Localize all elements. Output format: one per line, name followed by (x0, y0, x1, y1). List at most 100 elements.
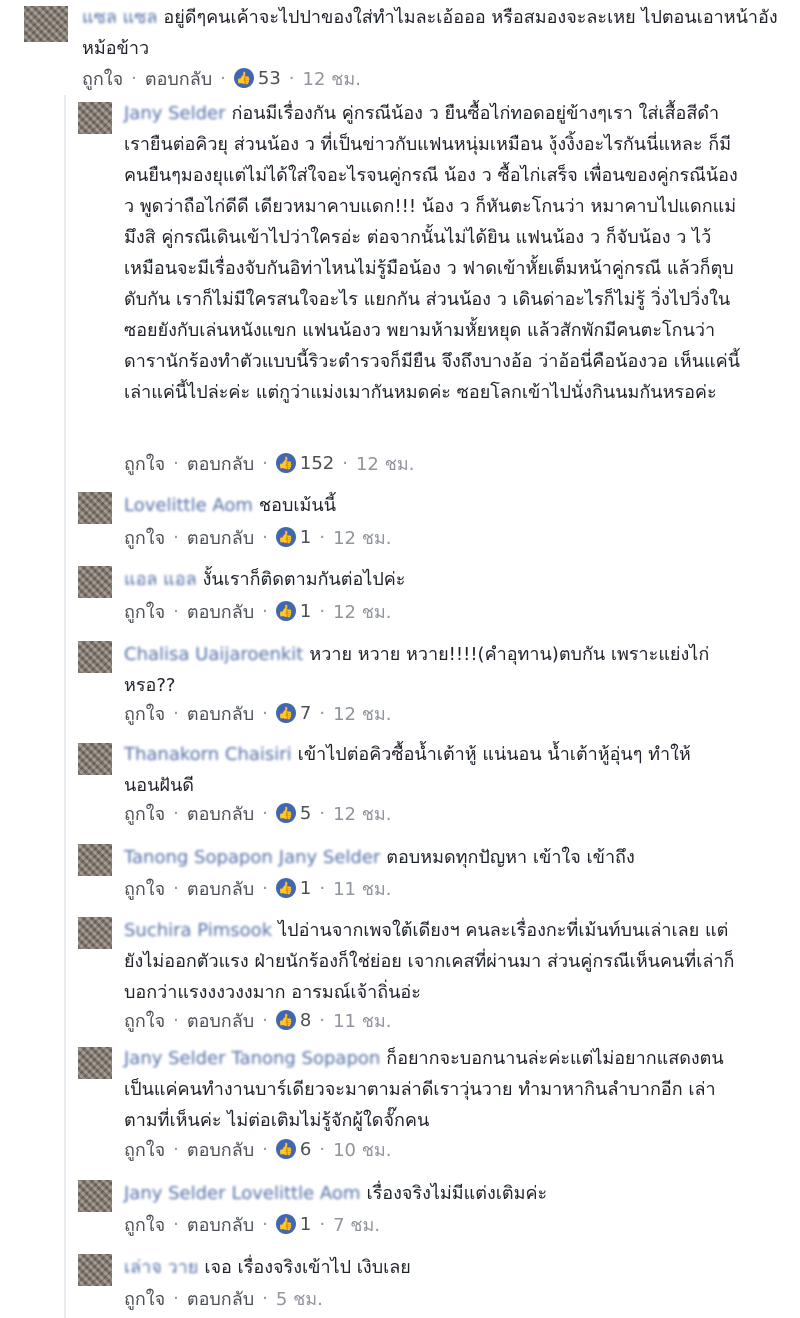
comment-actions: ถูกใจ · ตอบกลับ · 👍 53 · 12 ชม. (82, 64, 361, 92)
reply-button[interactable]: ตอบกลับ (145, 64, 212, 93)
separator-dot: · (262, 1138, 268, 1160)
reply-button[interactable]: ตอบกลับ (187, 1284, 254, 1313)
separator-dot: · (319, 1213, 326, 1235)
separator-dot: · (319, 702, 326, 724)
like-thumb-icon: 👍 (275, 878, 296, 898)
comment-text: อยู่ดีๆคนเค้าจะไปปาของใส่ทำไมละเอ้อออ หร… (82, 7, 778, 59)
like-thumb-icon: 👍 (275, 1010, 296, 1030)
reply-button[interactable]: ตอบกลับ (187, 449, 254, 478)
comment-author[interactable]: Jany Selder (124, 1183, 226, 1204)
reply-button[interactable]: ตอบกลับ (187, 699, 254, 728)
like-button[interactable]: ถูกใจ (124, 597, 165, 626)
timestamp[interactable]: 11 ชม. (333, 874, 391, 903)
avatar[interactable] (78, 102, 112, 134)
separator-dot: · (262, 1009, 268, 1031)
mention-tag[interactable]: Lovelittle Aom (232, 1183, 361, 1204)
reply-button[interactable]: ตอบกลับ (187, 597, 254, 626)
avatar[interactable] (78, 1254, 112, 1286)
separator-dot: · (262, 1213, 268, 1235)
reply-button[interactable]: ตอบกลับ (187, 1210, 254, 1239)
separator-dot: · (319, 526, 326, 548)
timestamp[interactable]: 12 ชม. (333, 699, 391, 728)
reply-button[interactable]: ตอบกลับ (187, 1135, 254, 1164)
avatar[interactable] (24, 6, 68, 42)
comment-author[interactable]: Thanakorn Chaisiri (124, 744, 292, 765)
comment-actions: ถูกใจ · ตอบกลับ · 👍 5 · 12 ชม. (124, 799, 392, 827)
timestamp[interactable]: 7 ชม. (333, 1210, 380, 1239)
comment-author[interactable]: Chalisa Uaijaroenkit (124, 644, 303, 665)
separator-dot: · (173, 600, 179, 622)
avatar[interactable] (78, 844, 112, 876)
like-thumb-icon: 👍 (275, 803, 296, 823)
reply-button[interactable]: ตอบกลับ (187, 523, 254, 552)
like-thumb-icon: 👍 (275, 601, 296, 621)
timestamp[interactable]: 10 ชม. (333, 1135, 391, 1164)
like-count[interactable]: 1 (300, 601, 311, 622)
comment-actions: ถูกใจ · ตอบกลับ · 👍 1 · 12 ชม. (124, 523, 392, 551)
like-count[interactable]: 8 (300, 1010, 311, 1031)
avatar[interactable] (78, 641, 112, 673)
timestamp[interactable]: 12 ชม. (333, 523, 391, 552)
comment-author[interactable]: Jany Selder (124, 103, 226, 124)
comment-author[interactable]: เล่าจ วาย (124, 1257, 198, 1278)
mention-tag[interactable]: Jany Selder (279, 847, 381, 868)
like-button[interactable]: ถูกใจ (124, 449, 165, 478)
timestamp[interactable]: 12 ชม. (303, 64, 361, 93)
avatar[interactable] (78, 1180, 112, 1212)
comment-author[interactable]: Lovelittle Aom (124, 495, 253, 516)
like-button[interactable]: ถูกใจ (124, 699, 165, 728)
like-count[interactable]: 6 (300, 1139, 311, 1160)
separator-dot: · (319, 802, 326, 824)
reply-thread-line (64, 95, 66, 1318)
like-button[interactable]: ถูกใจ (124, 523, 165, 552)
like-button[interactable]: ถูกใจ (82, 64, 123, 93)
avatar[interactable] (78, 1047, 112, 1079)
like-count[interactable]: 53 (258, 68, 281, 89)
like-button[interactable]: ถูกใจ (124, 1006, 165, 1035)
separator-dot: · (220, 67, 226, 89)
timestamp[interactable]: 12 ชม. (356, 449, 414, 478)
like-button[interactable]: ถูกใจ (124, 1284, 165, 1313)
comment-body: แซล แซล อยู่ดีๆคนเค้าจะไปปาของใส่ทำไมละเอ… (82, 2, 787, 64)
avatar[interactable] (78, 566, 112, 598)
mention-tag[interactable]: Tanong Sopapon (232, 1048, 381, 1069)
comment-body: Lovelittle Aom ชอบเม้นนี้ (124, 490, 764, 521)
like-count[interactable]: 1 (300, 878, 311, 899)
comment-body: Thanakorn Chaisiri เข้าไปต่อคิวซื้อน้ำเต้… (124, 739, 724, 801)
like-count[interactable]: 152 (300, 453, 334, 474)
avatar[interactable] (78, 492, 112, 524)
like-button[interactable]: ถูกใจ (124, 874, 165, 903)
like-thumb-icon: 👍 (275, 527, 296, 547)
like-count[interactable]: 5 (300, 803, 311, 824)
comment-author[interactable]: Jany Selder (124, 1048, 226, 1069)
reply-button[interactable]: ตอบกลับ (187, 1006, 254, 1035)
comment-author[interactable]: Tanong Sopapon (124, 847, 273, 868)
comment-author[interactable]: Suchira Pimsook (124, 920, 272, 941)
comment-author[interactable]: แซล แซล (82, 7, 157, 28)
timestamp[interactable]: 5 ชม. (276, 1284, 323, 1313)
reply-button[interactable]: ตอบกลับ (187, 874, 254, 903)
timestamp[interactable]: 12 ชม. (333, 799, 391, 828)
reply-button[interactable]: ตอบกลับ (187, 799, 254, 828)
timestamp[interactable]: 11 ชม. (333, 1006, 391, 1035)
avatar[interactable] (78, 917, 112, 949)
comment-body: Tanong Sopapon Jany Selder ตอบหมดทุกปัญหา … (124, 842, 784, 873)
like-count[interactable]: 1 (300, 527, 311, 548)
like-button[interactable]: ถูกใจ (124, 1135, 165, 1164)
separator-dot: · (319, 877, 326, 899)
like-button[interactable]: ถูกใจ (124, 1210, 165, 1239)
separator-dot: · (262, 526, 268, 548)
comment-author[interactable]: แอล แอล (124, 569, 197, 590)
like-count[interactable]: 7 (300, 703, 311, 724)
timestamp[interactable]: 12 ชม. (333, 597, 391, 626)
separator-dot: · (262, 702, 268, 724)
comment-actions: ถูกใจ · ตอบกลับ · 👍 6 · 10 ชม. (124, 1135, 392, 1163)
comment-text: งั้นเราก็ติดตามกันต่อไปค่ะ (202, 569, 406, 590)
like-thumb-icon: 👍 (275, 703, 296, 723)
avatar[interactable] (78, 743, 112, 775)
comment-body: Suchira Pimsook ไปอ่านจากเพจใต้เดียงฯ คนล… (124, 915, 744, 1008)
separator-dot: · (173, 1213, 179, 1235)
like-button[interactable]: ถูกใจ (124, 799, 165, 828)
comment-text: ก่อนมีเรื่องกัน คู่กรณีน้อง ว ยืนซื้อไก่… (124, 103, 740, 403)
like-count[interactable]: 1 (300, 1214, 311, 1235)
